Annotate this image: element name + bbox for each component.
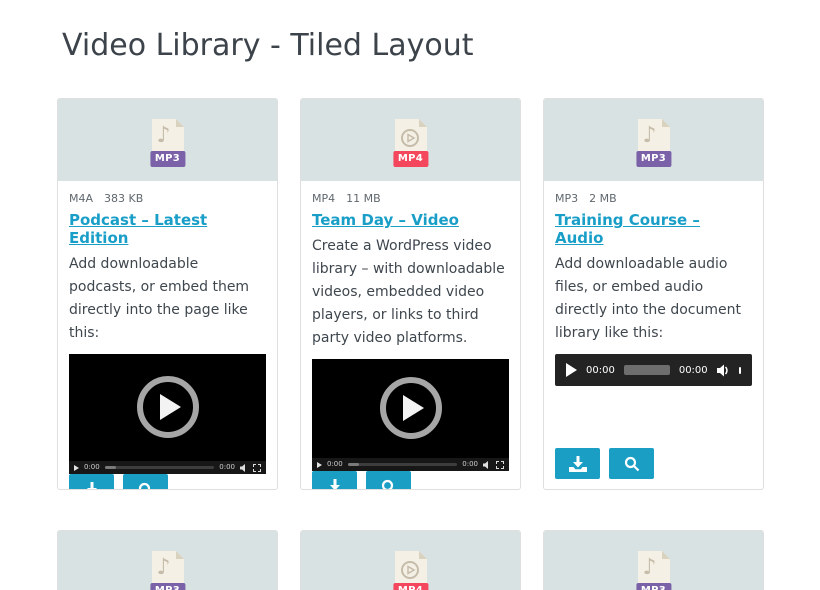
fullscreen-icon[interactable] — [253, 464, 261, 472]
play-button-icon[interactable] — [74, 465, 79, 471]
card-header: ♪ MP3 — [544, 99, 763, 181]
progress-fill — [105, 466, 116, 469]
search-icon — [624, 456, 640, 472]
music-note-icon: ♪ — [157, 557, 171, 579]
document-title-link[interactable]: Team Day – Video — [312, 211, 509, 229]
big-play-button[interactable] — [380, 377, 442, 439]
video-player[interactable]: 0:00 0:00 — [312, 359, 509, 471]
download-button[interactable] — [555, 448, 600, 479]
play-icon — [160, 394, 181, 420]
file-meta: MP4 11 MB — [312, 192, 509, 205]
preview-button[interactable] — [609, 448, 654, 479]
music-note-icon: ♪ — [157, 125, 171, 147]
video-controls[interactable]: 0:00 0:00 — [69, 461, 266, 474]
download-icon — [326, 479, 344, 491]
audio-file-icon: ♪ MP3 — [148, 550, 188, 590]
play-button-icon[interactable] — [566, 363, 577, 377]
card-header: ♪ MP3 — [58, 99, 277, 181]
audio-file-icon: ♪ MP3 — [634, 550, 674, 590]
video-player[interactable]: 0:00 0:00 — [69, 354, 266, 474]
music-note-icon: ♪ — [643, 125, 657, 147]
current-time: 0:00 — [84, 464, 100, 471]
preview-button[interactable] — [366, 471, 411, 490]
progress-bar[interactable] — [348, 463, 458, 466]
volume-icon[interactable] — [717, 364, 730, 377]
search-icon — [381, 479, 397, 491]
card-body: MP4 11 MB Team Day – Video Create a WordP… — [301, 181, 520, 490]
tile-grid: ♪ MP3 M4A 383 KB Podcast – Latest Edition… — [0, 98, 820, 590]
audio-player[interactable]: 00:00 00:00 — [555, 354, 752, 386]
current-time: 0:00 — [327, 461, 343, 468]
file-size: 2 MB — [589, 192, 617, 205]
format-badge: MP3 — [150, 151, 185, 167]
format-badge: MP4 — [393, 583, 428, 590]
document-title-link[interactable]: Podcast – Latest Edition — [69, 211, 266, 247]
card-header: ♪ MP3 — [58, 531, 277, 590]
card-header: MP4 — [301, 99, 520, 181]
preview-button[interactable] — [123, 474, 168, 490]
video-file-icon: MP4 — [391, 550, 431, 590]
format-badge: MP3 — [636, 583, 671, 590]
page-title: Video Library - Tiled Layout — [62, 26, 820, 66]
card-actions — [312, 471, 509, 490]
progress-bar[interactable] — [624, 365, 670, 375]
card-header: ♪ MP3 — [544, 531, 763, 590]
card-description: Create a WordPress video library – with … — [312, 235, 509, 350]
download-icon — [83, 482, 101, 491]
progress-fill — [348, 463, 359, 466]
download-button[interactable] — [312, 471, 357, 490]
file-format: MP3 — [555, 192, 578, 205]
media-card-training: ♪ MP3 MP3 2 MB Training Course – Audio Ad… — [543, 98, 764, 490]
file-format: MP4 — [312, 192, 335, 205]
audio-file-icon: ♪ MP3 — [634, 118, 674, 178]
media-card-row2-1: ♪ MP3 — [57, 530, 278, 590]
card-body: MP3 2 MB Training Course – Audio Add down… — [544, 181, 763, 489]
big-play-button[interactable] — [137, 376, 199, 438]
card-actions — [555, 448, 752, 479]
card-actions — [69, 474, 266, 490]
volume-icon[interactable] — [483, 461, 491, 469]
duration-time: 0:00 — [462, 461, 478, 468]
media-card-team-day: MP4 MP4 11 MB Team Day – Video Create a W… — [300, 98, 521, 490]
format-badge: MP3 — [636, 151, 671, 167]
audio-file-icon: ♪ MP3 — [148, 118, 188, 178]
media-card-row2-2: MP4 — [300, 530, 521, 590]
video-controls[interactable]: 0:00 0:00 — [312, 458, 509, 471]
file-meta: MP3 2 MB — [555, 192, 752, 205]
file-meta: M4A 383 KB — [69, 192, 266, 205]
duration-time: 00:00 — [679, 365, 708, 376]
format-badge: MP3 — [150, 583, 185, 590]
card-header: MP4 — [301, 531, 520, 590]
volume-slider[interactable] — [739, 367, 741, 374]
card-description: Add downloadable podcasts, or embed them… — [69, 253, 266, 345]
music-note-icon: ♪ — [643, 557, 657, 579]
volume-icon[interactable] — [240, 464, 248, 472]
document-title-link[interactable]: Training Course – Audio — [555, 211, 752, 247]
card-body: M4A 383 KB Podcast – Latest Edition Add d… — [58, 181, 277, 490]
media-card-row2-3: ♪ MP3 — [543, 530, 764, 590]
search-icon — [138, 482, 154, 491]
format-badge: MP4 — [393, 151, 428, 167]
duration-time: 0:00 — [219, 464, 235, 471]
page: Video Library - Tiled Layout ♪ MP3 M4A 38… — [0, 0, 820, 590]
play-button-icon[interactable] — [317, 462, 322, 468]
progress-bar[interactable] — [105, 466, 215, 469]
file-format: M4A — [69, 192, 93, 205]
current-time: 00:00 — [586, 365, 615, 376]
play-icon — [403, 395, 424, 421]
file-size: 383 KB — [104, 192, 143, 205]
download-button[interactable] — [69, 474, 114, 490]
fullscreen-icon[interactable] — [496, 461, 504, 469]
download-icon — [569, 456, 587, 472]
file-size: 11 MB — [346, 192, 381, 205]
media-card-podcast: ♪ MP3 M4A 383 KB Podcast – Latest Edition… — [57, 98, 278, 490]
card-description: Add downloadable audio files, or embed a… — [555, 253, 752, 345]
video-file-icon: MP4 — [391, 118, 431, 178]
